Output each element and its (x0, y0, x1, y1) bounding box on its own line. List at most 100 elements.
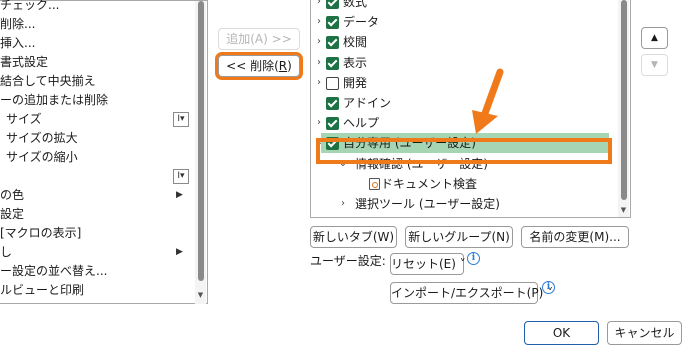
tree-item-label: データ (343, 15, 380, 30)
command-list-item[interactable]: サイズ I▾ (0, 110, 195, 129)
command-list-item-label: チェック... (0, 0, 60, 12)
expand-chevron-icon[interactable]: › (314, 113, 324, 133)
move-down-button[interactable]: ▼ (641, 54, 668, 76)
tree-scroll-thumb[interactable] (621, 0, 627, 200)
expand-chevron-icon[interactable]: › (338, 194, 348, 214)
tree-scroll-down-icon[interactable]: ▼ (619, 205, 628, 215)
scroll-down-arrow-icon[interactable]: ▼ (196, 290, 205, 300)
new-tab-button[interactable]: 新しいタブ(W) (310, 226, 397, 248)
command-list-item[interactable]: し ▶ (0, 243, 195, 262)
import-export-label: インポート/エクスポート(P) ˅ (391, 286, 554, 300)
command-list-item-label: サイズの縮小 (6, 150, 78, 164)
tree-item-label: 選択ツール (ユーザー設定) (355, 197, 500, 211)
command-list-item[interactable]: サイズの縮小 (0, 148, 195, 167)
remove-button-suffix: ) (287, 59, 292, 73)
tree-item-label: ヘルプ (343, 116, 380, 131)
tree-item[interactable]: › 表示 (311, 53, 611, 73)
command-list[interactable]: チェック... 削除... 挿入... 書式設定結合して中央揃え ーの追加または削除サイ… (0, 0, 208, 304)
command-list-item[interactable]: I▾ (0, 167, 195, 186)
tree-item[interactable]: ドキュメント検査 (311, 174, 611, 194)
ok-button[interactable]: OK (524, 321, 599, 345)
custom-settings-label: ユーザー設定: (310, 254, 386, 268)
tree-item-label: 表示 (343, 55, 368, 70)
tree-item-label: アドイン (343, 96, 392, 110)
remove-button[interactable]: << 削除(R) (218, 55, 300, 77)
command-list-item-label: サイズ (6, 112, 42, 126)
expand-chevron-icon[interactable]: › (314, 0, 324, 12)
command-list-item[interactable]: 挿入... (0, 34, 195, 53)
add-button-label: 追加(A) >> (226, 32, 292, 46)
tab-checkbox[interactable] (326, 56, 339, 70)
command-list-item[interactable]: ー設定の並べ替え... (0, 262, 195, 281)
rename-label: 名前の変更(M)... (529, 230, 621, 244)
reset-label: リセット(E) ˅ (391, 257, 466, 271)
tree-item-label: ドキュメント検査 (381, 176, 478, 191)
tree-item-label: 校閲 (343, 35, 368, 50)
reset-button[interactable]: リセット(E) ˅ (390, 253, 466, 275)
command-list-item[interactable]: サイズの拡大 (0, 129, 195, 148)
tab-checkbox[interactable] (326, 16, 339, 30)
new-group-label: 新しいグループ(N) (408, 230, 510, 244)
tree-item[interactable]: › 開発 (311, 73, 611, 93)
command-list-item[interactable]: [マクロの表示] (0, 224, 195, 243)
tree-item[interactable]: › 選択ツール (ユーザー設定) (311, 194, 611, 214)
command-list-item-label: ー設定の並べ替え... (0, 264, 108, 278)
tab-checkbox[interactable] (326, 36, 339, 50)
remove-button-prefix: << 削除( (226, 59, 279, 73)
new-tab-label: 新しいタブ(W) (312, 230, 395, 244)
command-list-item[interactable]: チェック... (0, 0, 195, 15)
command-list-item-label: ルビューと印刷 (0, 283, 85, 297)
command-list-item[interactable]: 書式設定 (0, 53, 195, 72)
command-list-item-label: 設定 (0, 207, 25, 221)
command-list-item[interactable]: 設定 (0, 205, 195, 224)
command-list-item-label: 削除... (0, 17, 36, 31)
expand-chevron-icon[interactable]: › (314, 12, 324, 32)
command-list-item[interactable]: ルビューと印刷 (0, 281, 195, 300)
tab-checkbox[interactable] (326, 0, 339, 9)
tree-item[interactable]: › 数式 (311, 0, 611, 12)
tab-checkbox[interactable] (326, 117, 339, 131)
move-down-icon: ▼ (651, 60, 658, 70)
ok-label: OK (552, 326, 571, 340)
command-list-item-label: [マクロの表示] (0, 226, 82, 240)
command-list-item-label: ーの追加または削除 (0, 93, 109, 107)
command-list-item-label: サイズの拡大 (6, 131, 78, 145)
tree-item[interactable]: アドイン (311, 93, 611, 113)
rename-button[interactable]: 名前の変更(M)... (521, 226, 629, 248)
expand-chevron-icon[interactable]: › (314, 73, 324, 93)
import-export-button[interactable]: インポート/エクスポート(P) ˅ (390, 282, 553, 304)
command-list-scrollbar[interactable]: ▼ (195, 1, 206, 304)
font-dropdown-icon: I▾ (173, 169, 189, 184)
expand-chevron-icon[interactable]: › (314, 32, 324, 52)
tab-checkbox[interactable] (326, 97, 339, 110)
command-list-item[interactable]: の色 ▶ (0, 186, 195, 205)
command-list-item-label: の色 (0, 188, 25, 202)
tree-item[interactable]: › ヘルプ (311, 113, 611, 133)
inspect-document-icon (369, 177, 380, 190)
command-list-item-label: し (0, 245, 13, 259)
import-export-info-icon[interactable]: i (542, 281, 555, 294)
add-button[interactable]: 追加(A) >> (218, 28, 300, 50)
remove-button-hotkey: R (278, 59, 288, 73)
command-list-item-label: 挿入... (0, 36, 36, 50)
tree-item-label: 数式 (343, 0, 368, 9)
command-list-scroll-thumb[interactable] (198, 1, 204, 281)
tree-scrollbar[interactable]: ▼ (618, 0, 629, 217)
font-dropdown-icon: I▾ (173, 112, 189, 127)
reset-info-icon[interactable]: i (467, 252, 480, 265)
command-list-item[interactable]: 削除... (0, 15, 195, 34)
tree-item-label: 開発 (343, 75, 368, 90)
tree-item[interactable]: › 校閲 (311, 32, 611, 52)
tab-checkbox[interactable] (326, 76, 339, 90)
pointer-arrow-icon (472, 68, 504, 134)
command-list-item-label: 結合して中央揃え (0, 74, 96, 88)
cancel-button[interactable]: キャンセル (607, 321, 682, 345)
highlight-frame (316, 138, 612, 164)
command-list-item[interactable]: 結合して中央揃え (0, 72, 195, 91)
tree-item[interactable]: › データ (311, 12, 611, 32)
move-up-button[interactable]: ▲ (641, 27, 668, 49)
expand-chevron-icon[interactable]: › (314, 53, 324, 73)
submenu-arrow-icon: ▶ (176, 190, 183, 200)
command-list-item[interactable]: ーの追加または削除 (0, 91, 195, 110)
new-group-button[interactable]: 新しいグループ(N) (405, 226, 513, 248)
